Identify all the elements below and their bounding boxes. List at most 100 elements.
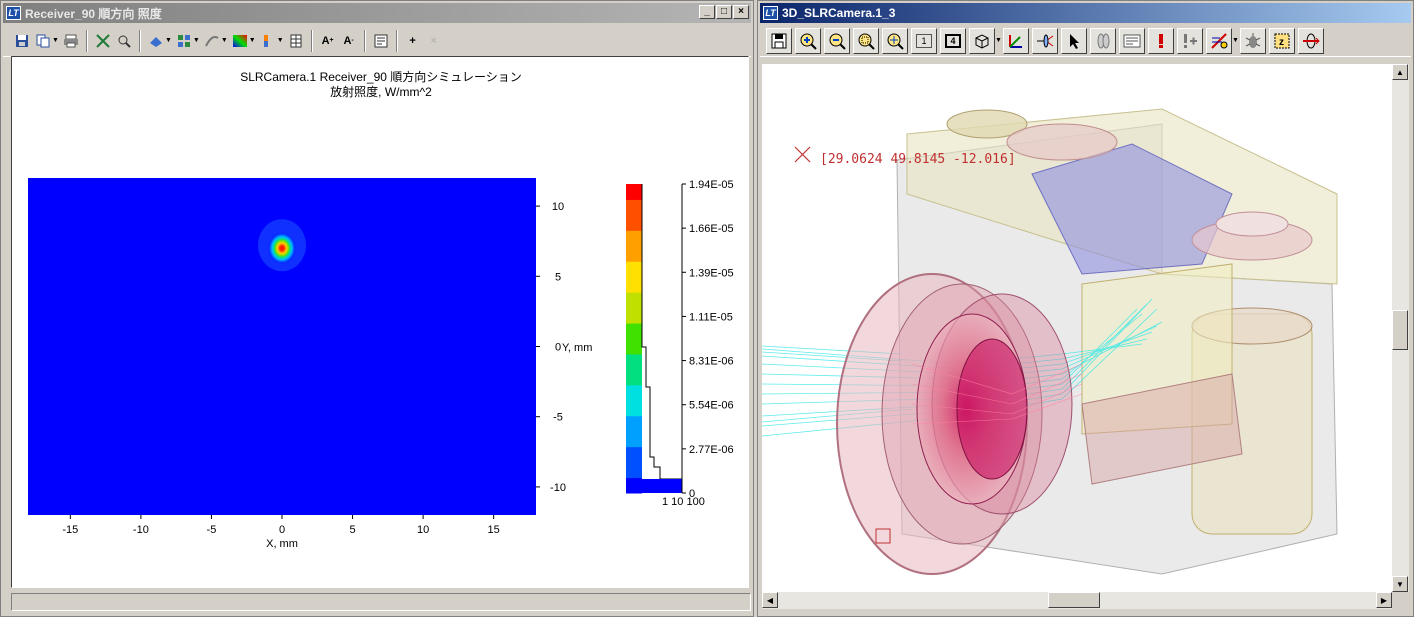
x-axis-label: X, mm	[266, 538, 298, 550]
save-icon[interactable]	[13, 32, 31, 50]
colorbar-segment	[626, 384, 642, 401]
four-view-button[interactable]: 4	[940, 27, 966, 54]
y-axis-label: Y, mm	[562, 342, 592, 354]
irradiance-heatmap[interactable]: -15 -10 -5 0 5 10 15 10 5 0 -5 -10 X, mm Y, mm 1.9…	[12, 57, 748, 587]
colorbar-segment	[626, 353, 642, 370]
irradiance-window-titlebar[interactable]: LT Receiver_90 順方向 照度 _ □ ×	[3, 3, 751, 23]
slr-camera-3d-model	[762, 108, 1338, 575]
add-icon[interactable]: +	[404, 32, 422, 50]
colorbar-segment	[626, 230, 642, 247]
y-tick-label: -10	[550, 482, 566, 494]
add-alert-icon[interactable]	[1176, 27, 1203, 54]
irradiance-plot-area: SLRCamera.1 Receiver_90 順方向シミュレーション 放射照度…	[11, 56, 749, 588]
x-tick-label: 15	[488, 524, 500, 536]
zoom-window-icon[interactable]	[853, 27, 879, 54]
display-mode-icon[interactable]	[147, 32, 165, 50]
toolbar-separator	[395, 29, 398, 52]
zoom-out-icon[interactable]	[824, 27, 850, 54]
font-decrease-icon[interactable]: A-	[340, 32, 358, 50]
irradiance-window[interactable]: LT Receiver_90 順方向 照度 _ □ × ▼ ▼ ▼ ▼ ▼ ▼ …	[0, 0, 754, 617]
minimize-button[interactable]: _	[699, 5, 715, 19]
save-icon[interactable]	[766, 27, 792, 54]
scroll-right-icon[interactable]: ▶	[1376, 592, 1392, 608]
report-icon[interactable]	[372, 32, 390, 50]
debug-icon[interactable]	[1239, 27, 1266, 54]
chevron-down-icon[interactable]: ▼	[277, 37, 284, 44]
axes-icon[interactable]	[1002, 27, 1029, 54]
chevron-down-icon[interactable]: ▼	[193, 37, 200, 44]
zoom-extents-icon[interactable]	[94, 32, 112, 50]
colormap-icon[interactable]	[231, 32, 249, 50]
zoom-in-icon[interactable]	[795, 27, 821, 54]
colorbar-segment	[626, 307, 642, 324]
close-button[interactable]: ×	[733, 5, 749, 19]
zoom-fit-icon[interactable]	[882, 27, 908, 54]
properties-icon[interactable]	[1118, 27, 1145, 54]
single-view-label: 1	[916, 33, 932, 48]
chevron-down-icon[interactable]: ▼	[249, 37, 256, 44]
colorbar-segment	[626, 199, 642, 216]
x-tick-label: 5	[349, 524, 355, 536]
rotate-icon[interactable]	[1297, 27, 1324, 54]
lighttools-app-icon: LT	[6, 6, 21, 20]
cube-view-icon[interactable]	[969, 27, 995, 54]
chart-toolbar: ▼ ▼ ▼ ▼ ▼ ▼ A + A - + ×	[3, 25, 751, 57]
vertical-scroll-thumb[interactable]	[1392, 310, 1408, 350]
colorbar-tick-label: 5.54E-06	[689, 400, 734, 412]
x-axis: -15 -10 -5 0 5 10 15	[62, 515, 500, 536]
3d-toolbar: 1 4 ▼ ▼ z	[760, 25, 1411, 57]
window-title: 3D_SLRCamera.1_3	[782, 6, 896, 20]
toolbar-separator	[310, 29, 313, 52]
colorbar-histogram-bar	[642, 479, 682, 493]
horizontal-scrollbar[interactable]: ◀ ▶	[762, 592, 1392, 609]
toolbar-separator	[363, 29, 366, 52]
four-view-label: 4	[945, 33, 961, 48]
scroll-left-icon[interactable]: ◀	[762, 592, 778, 608]
remove-icon[interactable]: ×	[425, 32, 443, 50]
chevron-down-icon[interactable]: ▼	[52, 37, 59, 44]
chevron-down-icon[interactable]: ▼	[221, 37, 228, 44]
horizontal-scroll-thumb[interactable]	[1048, 592, 1100, 608]
maximize-button[interactable]: □	[716, 5, 732, 19]
3d-view-window-titlebar[interactable]: LT 3D_SLRCamera.1_3	[760, 3, 1411, 23]
colorbar-tick-label: 1.39E-05	[689, 267, 734, 279]
colorbar-segment	[626, 462, 642, 479]
vertical-scrollbar[interactable]: ▲ ▼	[1392, 64, 1409, 592]
x-tick-label: 0	[279, 524, 285, 536]
print-icon[interactable]	[62, 32, 80, 50]
chevron-down-icon[interactable]: ▼	[165, 37, 172, 44]
3d-view-window[interactable]: LT 3D_SLRCamera.1_3 1 4 ▼ ▼ z [29.0624 4…	[757, 0, 1414, 617]
lens-element-icon[interactable]	[1089, 27, 1116, 54]
select-pointer-icon[interactable]	[1060, 27, 1087, 54]
colorbar-segment	[626, 369, 642, 386]
alert-icon[interactable]	[1147, 27, 1174, 54]
chevron-down-icon[interactable]: ▼	[995, 37, 1002, 44]
scroll-up-icon[interactable]: ▲	[1392, 64, 1408, 80]
legend-icon[interactable]	[259, 32, 277, 50]
ray-trace-icon[interactable]	[1031, 27, 1058, 54]
colorbar-segment	[626, 276, 642, 293]
svg-text:z: z	[1279, 37, 1284, 48]
3d-model-viewport[interactable]: [29.0624 49.8145 -12.016]	[762, 64, 1392, 592]
ray-filter-icon[interactable]	[1205, 27, 1232, 54]
colorbar-scale-label: 1 10 100	[662, 496, 705, 508]
colorbar-segment	[626, 245, 642, 262]
heatmap-hotspot	[268, 232, 296, 265]
colorbar-segment	[626, 214, 642, 231]
y-tick-label: 5	[555, 271, 561, 283]
zoom-icon[interactable]	[115, 32, 133, 50]
colorbar-tick-label: 2.77E-06	[689, 444, 734, 456]
table-icon[interactable]	[287, 32, 305, 50]
colorbar-segment	[626, 261, 642, 278]
colorbar-histogram	[641, 184, 683, 493]
colorbar: 1.94E-05 1.66E-05 1.39E-05 1.11E-05 8.31E-06…	[626, 179, 734, 508]
smoothing-icon[interactable]	[203, 32, 221, 50]
single-view-button[interactable]: 1	[911, 27, 937, 54]
copy-icon[interactable]	[34, 32, 52, 50]
chevron-down-icon[interactable]: ▼	[1232, 37, 1239, 44]
colorbar-segment	[626, 338, 642, 355]
z-clip-icon[interactable]: z	[1268, 27, 1295, 54]
grid-icon[interactable]	[175, 32, 193, 50]
scroll-down-icon[interactable]: ▼	[1392, 576, 1408, 592]
font-increase-icon[interactable]: A +	[319, 32, 337, 50]
